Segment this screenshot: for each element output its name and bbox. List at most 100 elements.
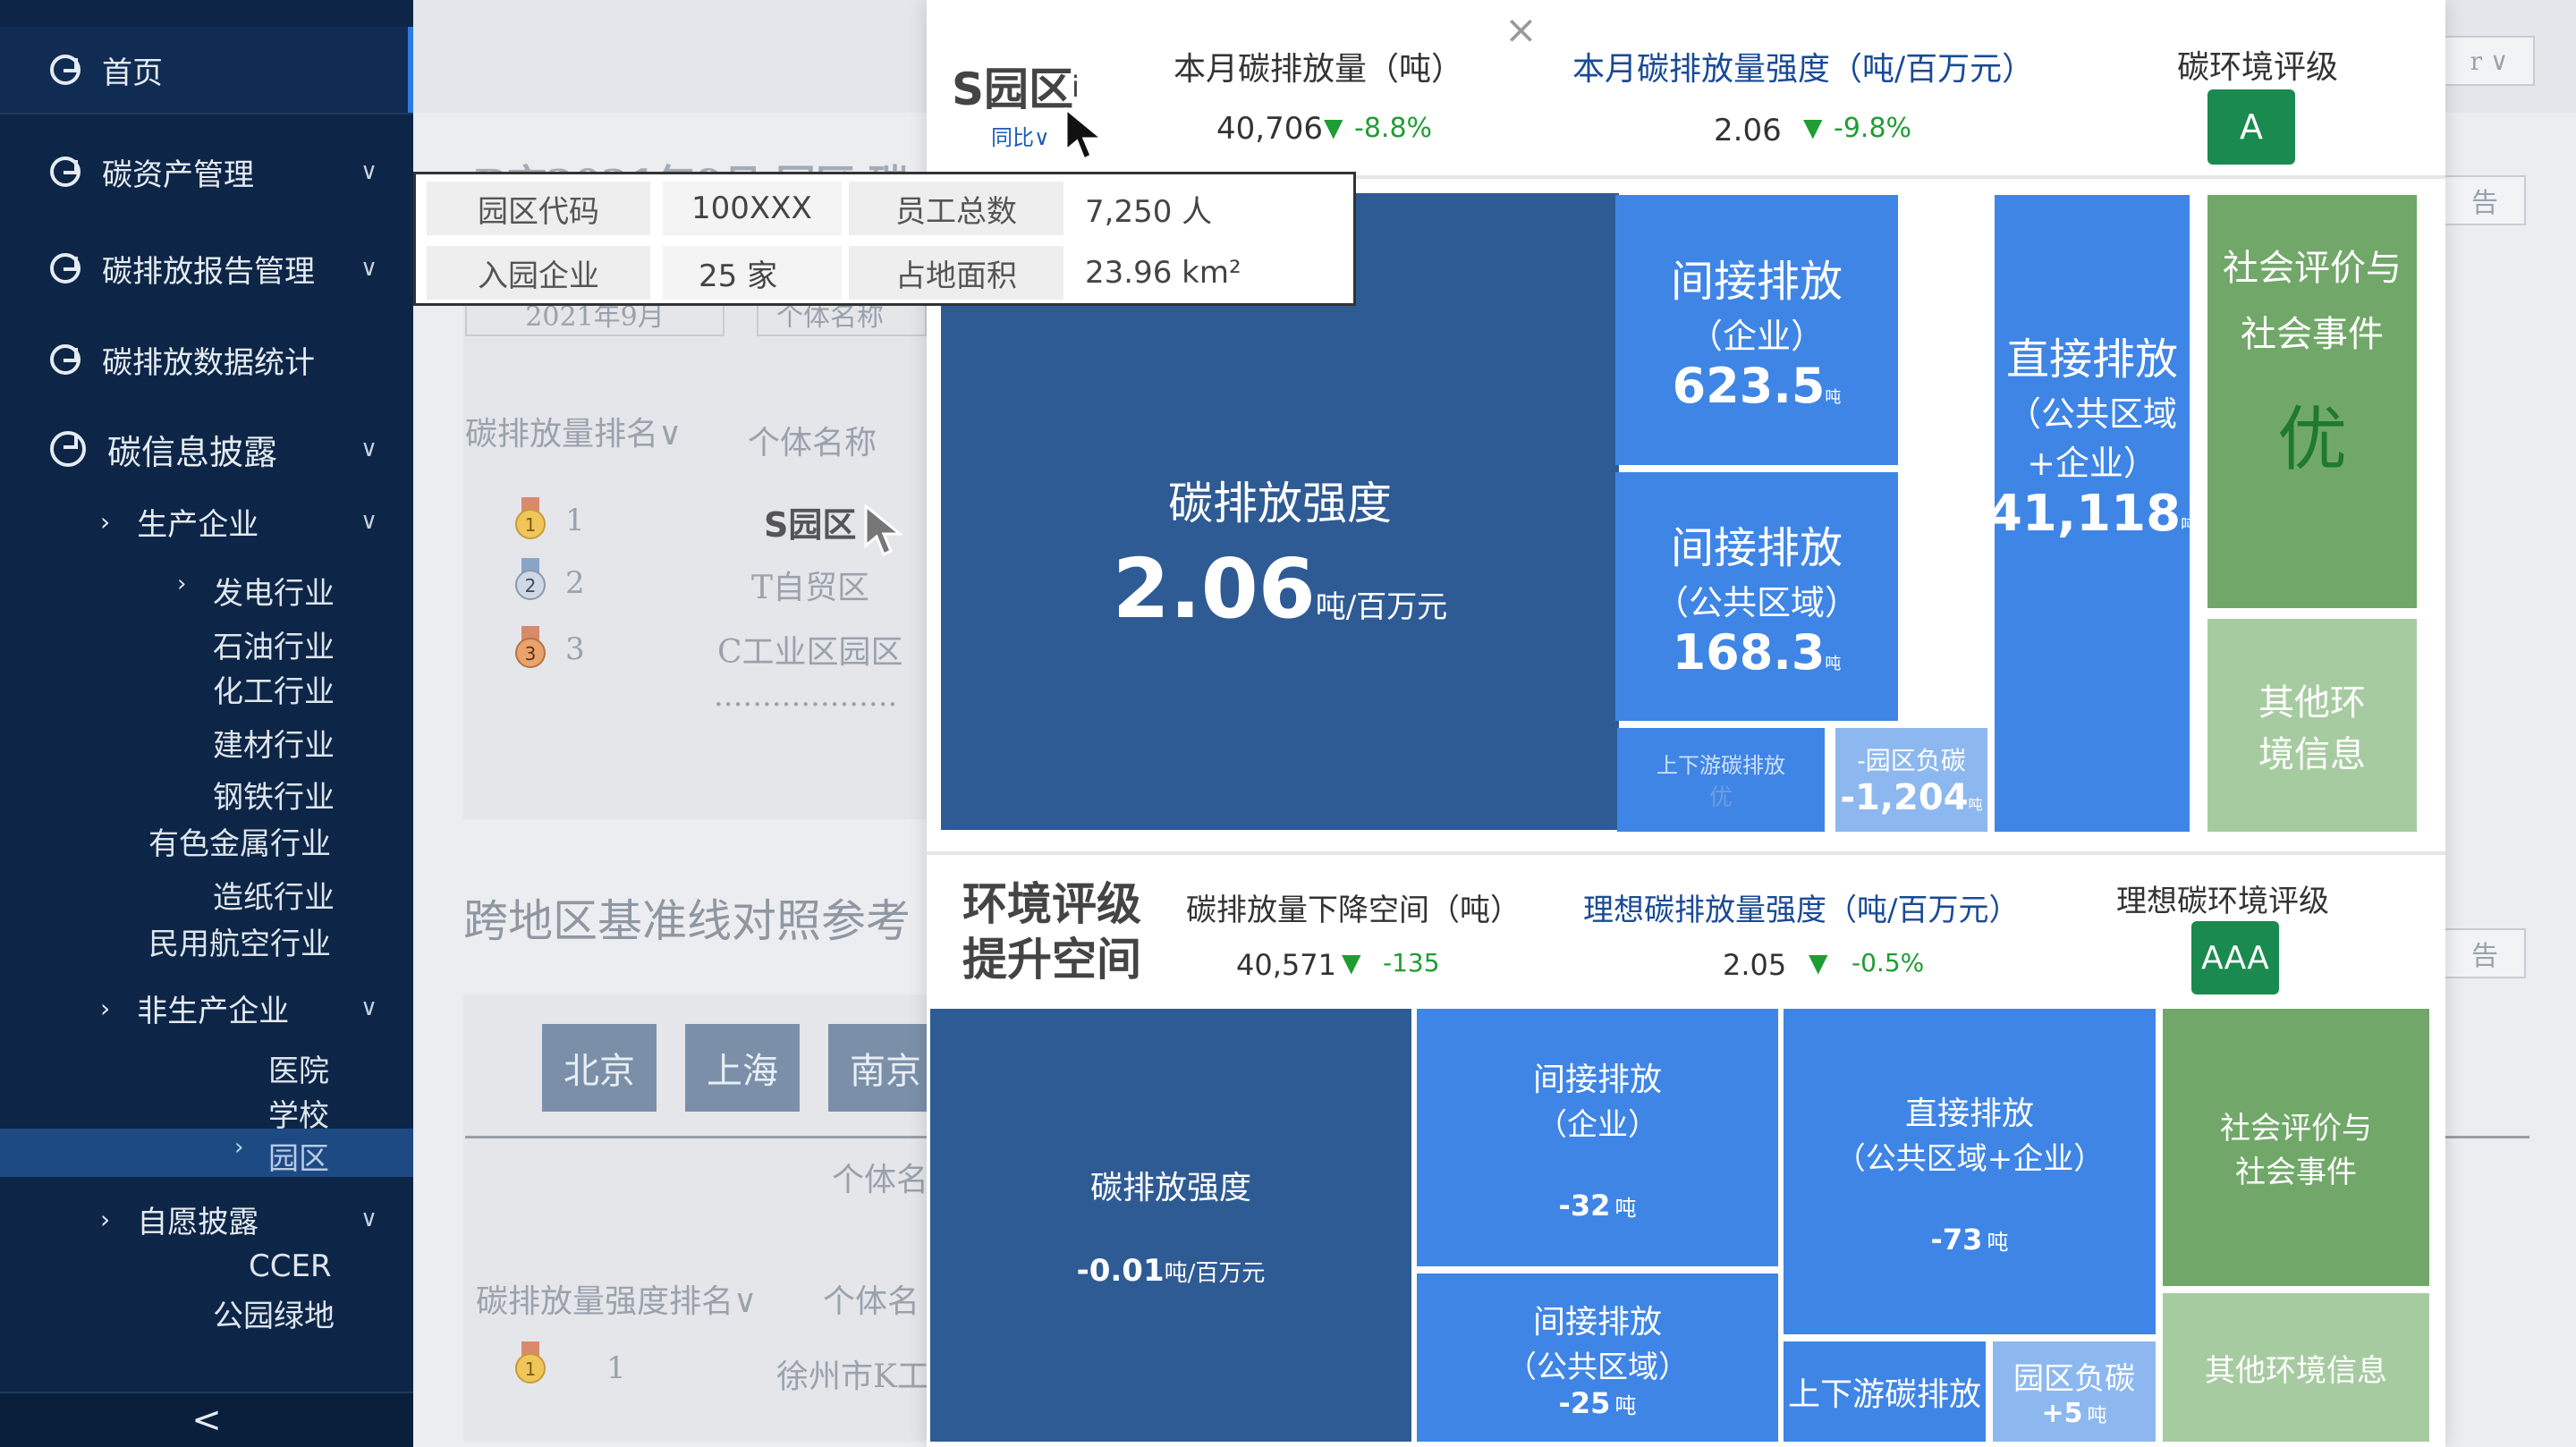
tile-subtitle: （公共区域）	[1506, 1349, 1689, 1385]
city-button-nanjing[interactable]: 南京	[828, 1024, 943, 1112]
sidebar-item-disclosure[interactable]: 碳信息披露 ∨	[0, 408, 413, 490]
reduce-change: -135	[1383, 948, 1440, 977]
chevron-right-icon: ›	[100, 993, 111, 1023]
chevron-right-icon: ›	[100, 506, 111, 537]
tile-negative-carbon[interactable]: -园区负碳 -1,204吨	[1835, 728, 1987, 832]
tile-value: 623.5	[1672, 358, 1826, 414]
tile-direct-delta[interactable]: 直接排放 （公共区域+企业） -73 吨	[1784, 1009, 2156, 1334]
tile-value: 2.06	[1112, 540, 1316, 637]
tile-updown[interactable]: 上下游碳排放 优	[1617, 728, 1825, 832]
svg-text:1: 1	[525, 514, 537, 536]
sidebar-item-label: 园区	[268, 1141, 329, 1177]
rating-badge: A	[2207, 89, 2295, 165]
tile-indirect-public-delta[interactable]: 间接排放 （公共区域） -25 吨	[1417, 1274, 1778, 1442]
sidebar-item-production[interactable]: › 生产企业 ∨	[0, 488, 413, 554]
info-icon[interactable]: i	[1072, 70, 1080, 104]
tile-unit: 吨/百万元	[1164, 1260, 1266, 1287]
sidebar: 首页 碳资产管理 ∨ 碳排放报告管理 ∨ 碳排放数据统计 碳信息披露 ∨ › 生…	[0, 0, 413, 1447]
tile-value: 优	[2276, 400, 2347, 480]
sidebar-item-label: 碳排放数据统计	[102, 344, 315, 381]
tile-title: 社会评价与	[2220, 1111, 2372, 1147]
info-value: 23.96 km²	[1085, 255, 1241, 291]
tile-social[interactable]: 社会评价与 社会事件 优	[2207, 195, 2417, 608]
rank-name-link[interactable]: C工业区园区	[717, 626, 903, 673]
rank-name-link[interactable]: 徐州市K工	[776, 1350, 929, 1397]
down-arrow-icon: ▼	[1324, 113, 1343, 142]
tile-direct[interactable]: 直接排放 （公共区域 +企业） 41,118吨	[1987, 195, 2197, 832]
down-arrow-icon: ▼	[1803, 113, 1823, 142]
rank-name-link[interactable]: S园区	[764, 497, 856, 546]
tile-unit: 吨/百万元	[1315, 588, 1448, 625]
svg-text:1: 1	[525, 1358, 537, 1380]
period-select[interactable]: r ∨	[2445, 36, 2535, 86]
tile-indirect-enterprise[interactable]: 间接排放 （企业） 623.5吨	[1615, 195, 1898, 465]
sidebar-item-park[interactable]: › 园区	[0, 1129, 413, 1177]
chevron-right-icon: ›	[100, 1204, 111, 1234]
intensity-rank-header[interactable]: 碳排放量强度排名∨	[476, 1275, 757, 1322]
rating-label: 碳环境评级	[2177, 49, 2339, 86]
sidebar-item-non-production[interactable]: › 非生产企业 ∨	[0, 975, 413, 1041]
tile-subtitle: （公共区域	[2006, 393, 2177, 434]
month-intensity-label: 本月碳排放量强度（吨/百万元）	[1572, 51, 2035, 88]
report-button[interactable]: 告	[2445, 928, 2526, 978]
sidebar-item-carbon-assets[interactable]: 碳资产管理 ∨	[0, 134, 413, 209]
sidebar-item-aviation[interactable]: 民用航空行业	[148, 919, 331, 963]
sidebar-item-steel[interactable]: 钢铁行业	[213, 773, 335, 817]
tile-other-env[interactable]: 其他环 境信息	[2207, 619, 2417, 832]
city-button-beijing[interactable]: 北京	[542, 1024, 657, 1112]
tile-subtitle: （企业）	[1688, 317, 1825, 356]
sidebar-item-chemical[interactable]: 化工行业	[213, 667, 335, 711]
sidebar-item-petroleum[interactable]: 石油行业	[213, 622, 335, 666]
chevron-right-icon: ›	[177, 571, 187, 597]
yoy-toggle[interactable]: 同比∨	[991, 120, 1050, 151]
baseline-title: 跨地区基准线对照参考	[463, 895, 911, 947]
tile-subtitle: （公共区域）	[1654, 583, 1859, 622]
tile-intensity-delta[interactable]: 碳排放强度 -0.01吨/百万元	[930, 1009, 1411, 1442]
reduce-label: 碳排放量下降空间（吨）	[1186, 893, 1521, 928]
tile-value: -25	[1558, 1385, 1611, 1420]
report-button[interactable]: 告	[2445, 175, 2526, 225]
sidebar-item-nonferrous[interactable]: 有色金属行业	[148, 819, 331, 863]
sidebar-item-ccer[interactable]: CCER	[249, 1248, 332, 1284]
pie-chart-icon	[50, 55, 80, 85]
tile-subtitle: +企业）	[2027, 443, 2157, 483]
sidebar-item-hospital[interactable]: 医院	[268, 1046, 329, 1090]
rank-name-link[interactable]: T自贸区	[751, 562, 869, 608]
tile-title: 直接排放	[1904, 1095, 2034, 1132]
sidebar-item-paper[interactable]: 造纸行业	[213, 873, 335, 917]
tile-updown-delta[interactable]: 上下游碳排放	[1784, 1341, 1986, 1442]
rank-header[interactable]: 碳排放量排名∨	[465, 408, 682, 454]
ideal-intensity-label: 理想碳排放量强度（吨/百万元）	[1583, 893, 2020, 928]
chevron-down-icon: ∨	[360, 508, 377, 535]
tile-title: 社会事件	[2235, 1155, 2357, 1190]
tile-negative-carbon-delta[interactable]: 园区负碳 +5 吨	[1993, 1341, 2156, 1442]
city-button-shanghai[interactable]: 上海	[685, 1024, 800, 1112]
sidebar-item-green[interactable]: 公园绿地	[213, 1291, 335, 1335]
sidebar-item-emission-stats[interactable]: 碳排放数据统计	[0, 322, 413, 397]
tile-social-delta[interactable]: 社会评价与 社会事件	[2163, 1009, 2429, 1286]
tile-indirect-public[interactable]: 间接排放 （公共区域） 168.3吨	[1615, 472, 1898, 721]
name-header: 个体名	[823, 1283, 920, 1320]
info-value: 7,250 人	[1085, 193, 1213, 230]
pie-chart-icon	[50, 344, 80, 375]
tile-value: -73	[1930, 1222, 1983, 1257]
sidebar-item-emission-reports[interactable]: 碳排放报告管理 ∨	[0, 231, 413, 306]
tile-title: 碳排放强度	[1089, 1170, 1251, 1206]
tile-title: 园区负碳	[2013, 1361, 2135, 1397]
divider	[2445, 1136, 2529, 1138]
month-intensity-value: 2.06	[1714, 113, 1782, 148]
chevron-down-icon: ∨	[360, 994, 377, 1021]
sidebar-item-voluntary[interactable]: › 自愿披露 ∨	[0, 1186, 413, 1252]
sidebar-collapse-button[interactable]: <	[0, 1392, 413, 1447]
close-icon[interactable]: ×	[1504, 7, 1538, 53]
tile-title: -园区负碳	[1857, 746, 1966, 775]
rank-number: 2	[565, 565, 585, 601]
sidebar-item-building[interactable]: 建材行业	[213, 721, 335, 765]
sidebar-item-power[interactable]: 发电行业	[213, 569, 335, 613]
sidebar-item-home[interactable]: 首页	[0, 27, 413, 113]
name-header: 个体名称	[748, 425, 877, 461]
tile-title: 境信息	[2258, 734, 2366, 775]
info-label: 园区代码	[427, 182, 650, 235]
tile-other-env-delta[interactable]: 其他环境信息	[2163, 1293, 2429, 1442]
tile-indirect-enterprise-delta[interactable]: 间接排放 （企业） -32 吨	[1417, 1009, 1778, 1266]
